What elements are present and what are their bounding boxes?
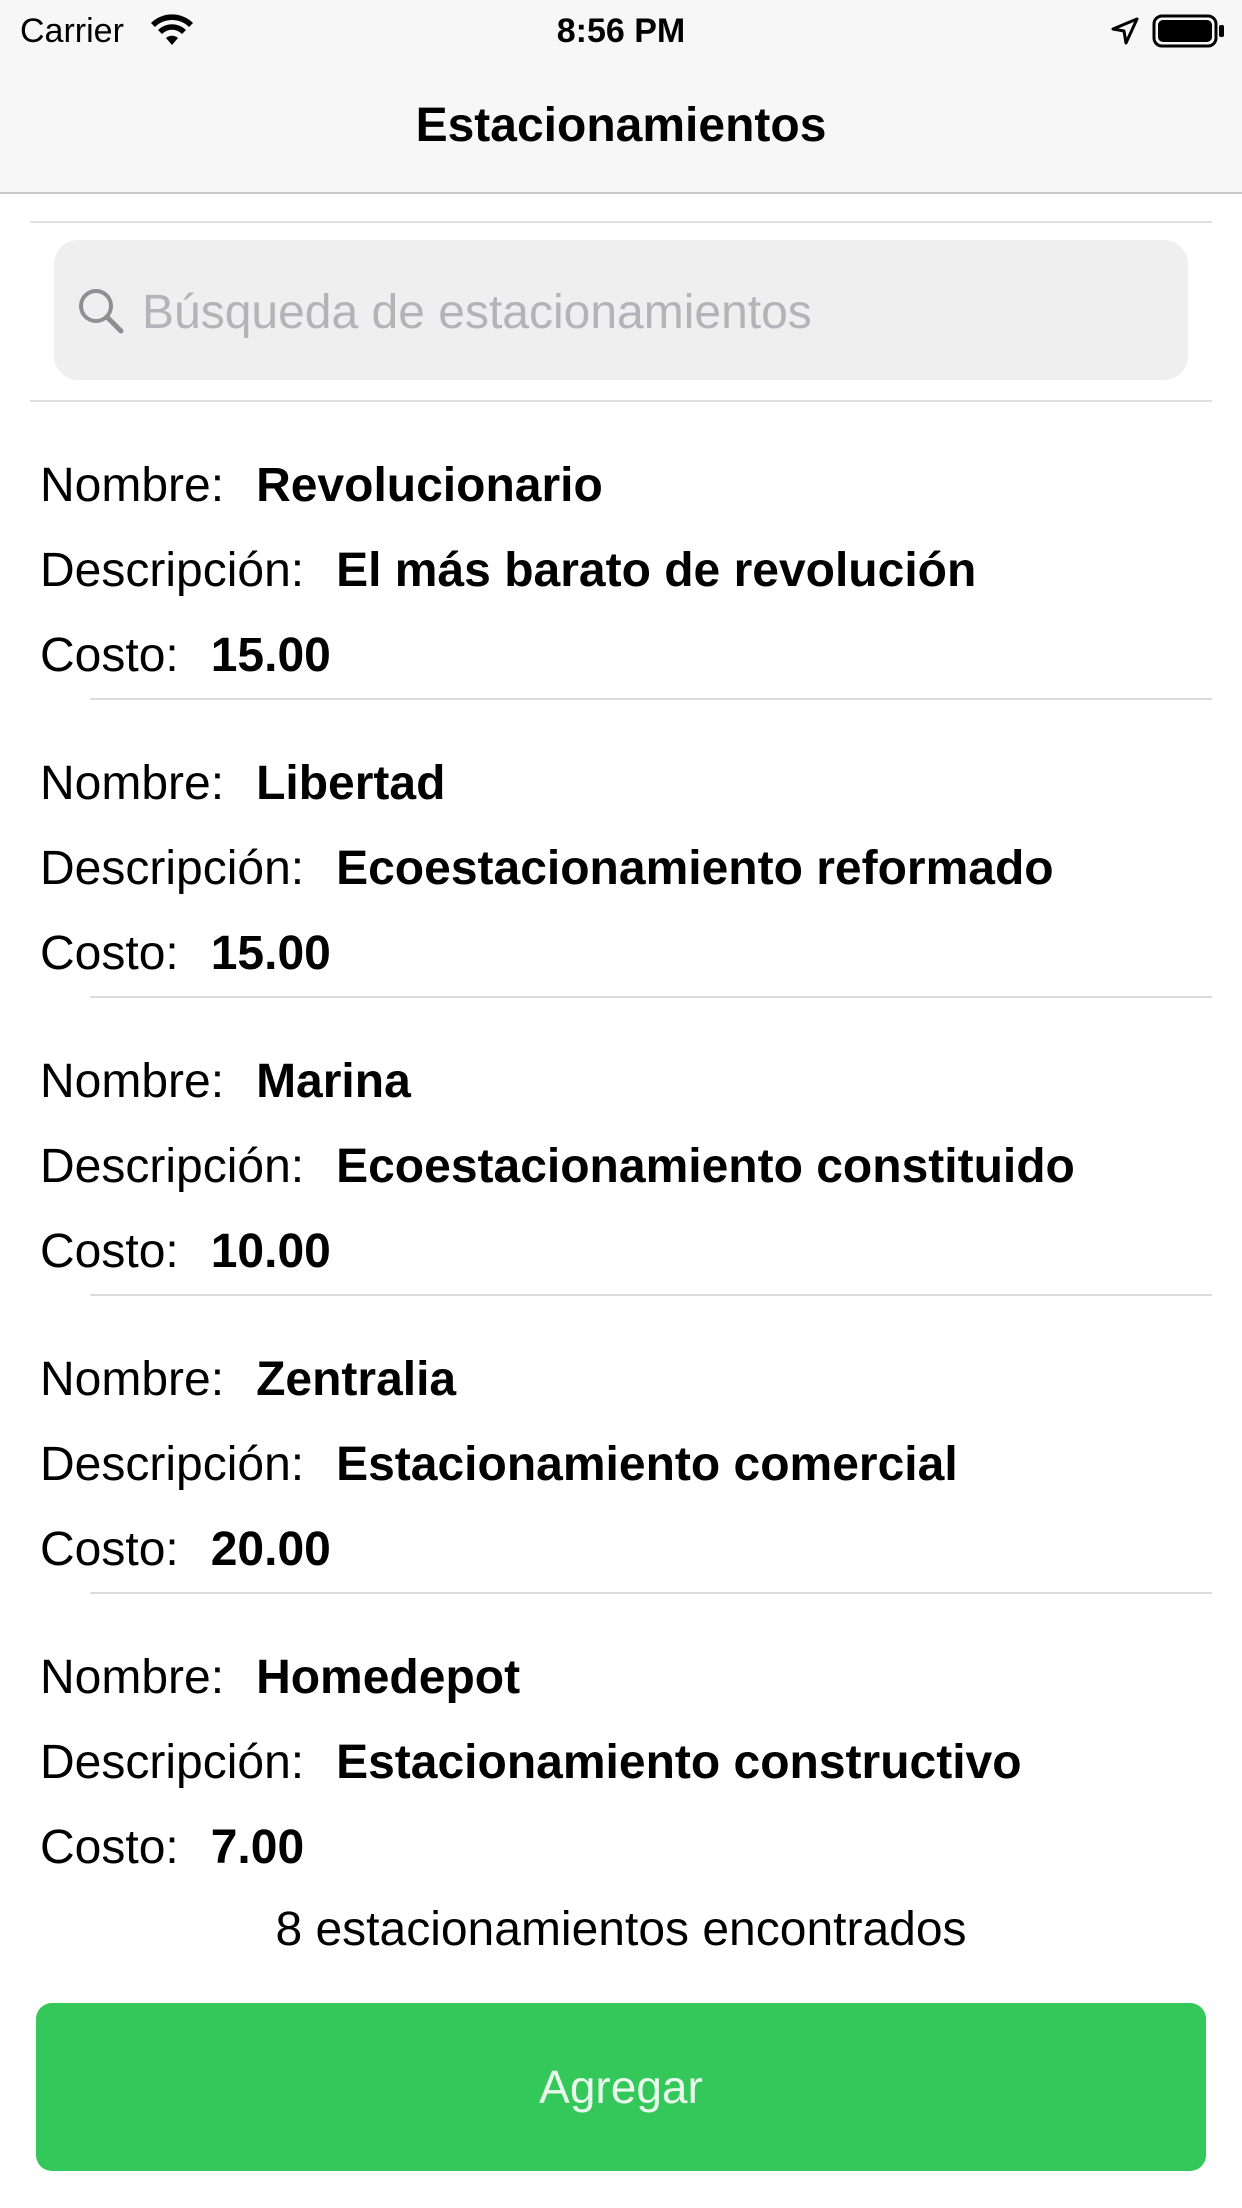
- list-item[interactable]: Nombre: Homedepot Descripción: Estacionami…: [0, 1594, 1242, 1892]
- status-time: 8:56 PM: [556, 12, 686, 50]
- page-title: Estacionamientos: [415, 99, 827, 152]
- description-value: Ecoestacionamiento reformado: [336, 842, 1054, 895]
- name-value: Libertad: [256, 757, 446, 810]
- cost-row: Costo: 15.00: [40, 924, 331, 984]
- cost-label: Costo:: [40, 1225, 179, 1278]
- name-value: Homedepot: [256, 1651, 521, 1704]
- description-row: Descripción: Estacionamiento comercial: [40, 1435, 958, 1495]
- name-row: Nombre: Revolucionario: [40, 456, 603, 516]
- add-button[interactable]: Agregar: [36, 2003, 1206, 2171]
- list-item[interactable]: Nombre: Zentralia Descripción: Estacionami…: [0, 1296, 1242, 1594]
- list-item[interactable]: Nombre: Revolucionario Descripción: El más…: [0, 402, 1242, 700]
- cost-label: Costo:: [40, 927, 179, 980]
- name-value: Marina: [256, 1055, 411, 1108]
- name-label: Nombre:: [40, 1055, 225, 1108]
- description-row: Descripción: El más barato de revolución: [40, 541, 976, 601]
- name-label: Nombre:: [40, 1651, 225, 1704]
- cost-value: 20.00: [210, 1523, 331, 1576]
- description-row: Descripción: Ecoestacionamiento constitui…: [40, 1137, 1075, 1197]
- description-row: Descripción: Ecoestacionamiento reformado: [40, 839, 1054, 899]
- cost-row: Costo: 10.00: [40, 1222, 331, 1282]
- top-bar: Carrier 8:56 PM Estacionamientos: [0, 0, 1242, 194]
- name-row: Nombre: Libertad: [40, 754, 445, 814]
- name-value: Revolucionario: [256, 459, 603, 512]
- location-icon: [1111, 17, 1139, 45]
- description-label: Descripción:: [40, 544, 305, 597]
- list-item[interactable]: Nombre: Libertad Descripción: Ecoestaciona…: [0, 700, 1242, 998]
- name-label: Nombre:: [40, 459, 225, 512]
- name-row: Nombre: Zentralia: [40, 1350, 456, 1410]
- description-value: El más barato de revolución: [336, 544, 977, 597]
- cost-row: Costo: 20.00: [40, 1520, 331, 1580]
- list-item[interactable]: Nombre: Marina Descripción: Ecoestacionami…: [0, 998, 1242, 1296]
- cost-row: Costo: 7.00: [40, 1818, 304, 1878]
- cost-value: 15.00: [210, 927, 331, 980]
- name-label: Nombre:: [40, 1353, 225, 1406]
- cost-value: 15.00: [210, 629, 331, 682]
- name-value: Zentralia: [256, 1353, 457, 1406]
- description-label: Descripción:: [40, 1438, 305, 1491]
- cost-value: 7.00: [210, 1821, 305, 1874]
- name-label: Nombre:: [40, 757, 225, 810]
- results-count: 8 estacionamientos encontrados: [275, 1903, 967, 1956]
- name-row: Nombre: Homedepot: [40, 1648, 520, 1708]
- parking-list: Nombre: Revolucionario Descripción: El más…: [0, 402, 1242, 1892]
- description-value: Ecoestacionamiento constituido: [336, 1140, 1075, 1193]
- cost-row: Costo: 15.00: [40, 626, 331, 686]
- name-row: Nombre: Marina: [40, 1052, 411, 1112]
- description-row: Descripción: Estacionamiento constructivo: [40, 1733, 1022, 1793]
- description-value: Estacionamiento constructivo: [336, 1736, 1022, 1789]
- search-icon: [79, 289, 124, 334]
- divider: [30, 221, 1212, 223]
- battery-icon: [1152, 14, 1224, 48]
- description-label: Descripción:: [40, 842, 305, 895]
- cost-label: Costo:: [40, 629, 179, 682]
- description-label: Descripción:: [40, 1736, 305, 1789]
- search-input[interactable]: [142, 272, 1142, 352]
- cost-value: 10.00: [210, 1225, 331, 1278]
- description-label: Descripción:: [40, 1140, 305, 1193]
- cost-label: Costo:: [40, 1523, 179, 1576]
- status-bar: Carrier 8:56 PM: [0, 0, 1242, 62]
- description-value: Estacionamiento comercial: [336, 1438, 958, 1491]
- cost-label: Costo:: [40, 1821, 179, 1874]
